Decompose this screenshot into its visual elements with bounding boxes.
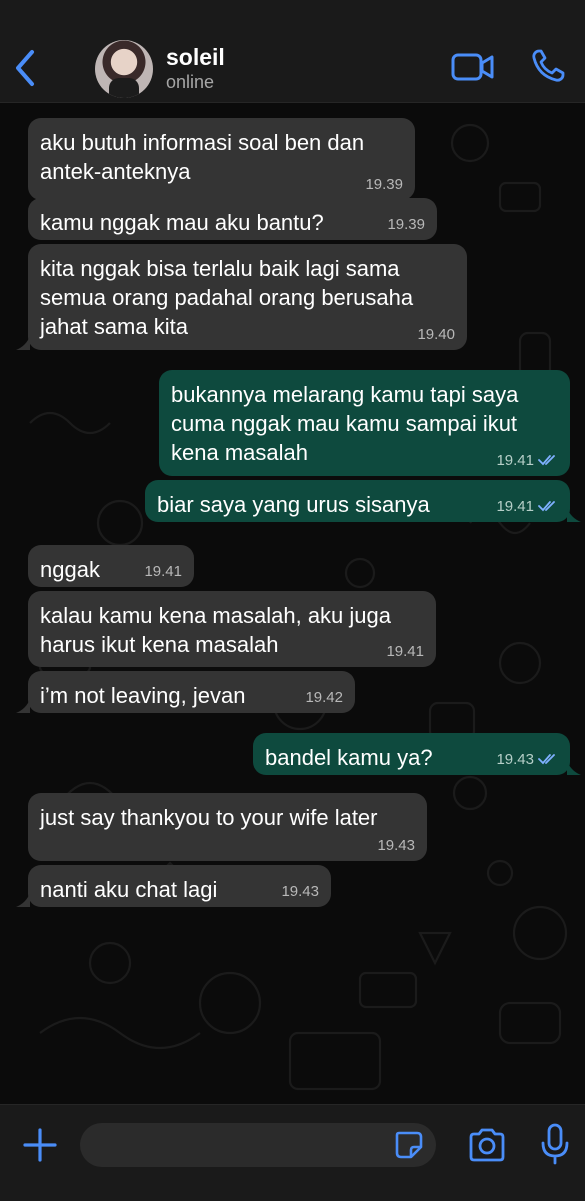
message-bubble-incoming[interactable]: nanti aku chat lagi 19.43 [28, 865, 331, 907]
message-text: kita nggak bisa terlalu baik lagi sama s… [40, 256, 414, 339]
message-text: kamu nggak mau aku bantu? [40, 210, 324, 235]
message-time: 19.40 [417, 326, 455, 343]
message-text: i’m not leaving, jevan [40, 683, 246, 708]
chevron-left-icon[interactable] [10, 48, 40, 88]
message-time: 19.39 [387, 216, 425, 233]
message-bubble-incoming[interactable]: kita nggak bisa terlalu baik lagi sama s… [28, 244, 467, 350]
message-bubble-outgoing[interactable]: bukannya melarang kamu tapi saya cuma ng… [159, 370, 570, 476]
video-camera-icon[interactable] [451, 50, 495, 84]
message-text: just say thankyou to your wife later [40, 805, 378, 830]
message-text: kalau kamu kena masalah, aku juga harus … [40, 603, 391, 657]
microphone-icon[interactable] [540, 1123, 570, 1165]
message-bubble-incoming[interactable]: kamu nggak mau aku bantu? 19.39 [28, 198, 437, 240]
bubble-tail [16, 336, 30, 350]
sticker-icon[interactable] [394, 1130, 424, 1160]
bubble-tail [567, 761, 581, 775]
camera-icon[interactable] [467, 1127, 507, 1163]
message-time: 19.42 [305, 689, 343, 706]
message-time: 19.41 [386, 643, 424, 660]
message-bubble-incoming[interactable]: nggak 19.41 [28, 545, 194, 587]
avatar[interactable] [95, 40, 153, 98]
message-bubble-outgoing[interactable]: biar saya yang urus sisanya 19.41 [145, 480, 570, 522]
message-time: 19.41 [144, 563, 182, 580]
message-time: 19.41 [496, 499, 558, 515]
read-ticks-icon [538, 455, 555, 466]
message-time: 19.43 [496, 752, 558, 768]
read-ticks-icon [538, 754, 555, 765]
message-input[interactable] [80, 1123, 436, 1167]
message-time: 19.41 [496, 453, 558, 469]
plus-icon[interactable] [22, 1127, 58, 1163]
chat-header: soleil online [0, 0, 585, 103]
phone-icon[interactable] [530, 48, 566, 84]
message-bubble-incoming[interactable]: i’m not leaving, jevan 19.42 [28, 671, 355, 713]
contact-status: online [166, 72, 215, 92]
composer-bar [0, 1104, 585, 1201]
bubble-tail [16, 699, 30, 713]
message-bubble-incoming[interactable]: kalau kamu kena masalah, aku juga harus … [28, 591, 436, 667]
message-bubble-incoming[interactable]: just say thankyou to your wife later 19.… [28, 793, 427, 861]
message-time: 19.39 [365, 176, 403, 193]
message-text: aku butuh informasi soal ben dan antek-a… [40, 130, 365, 184]
message-time: 19.43 [281, 883, 319, 900]
read-ticks-icon [538, 501, 555, 512]
message-text: nanti aku chat lagi [40, 877, 218, 902]
bubble-tail [16, 893, 30, 907]
message-bubble-incoming[interactable]: aku butuh informasi soal ben dan antek-a… [28, 118, 415, 200]
message-bubble-outgoing[interactable]: bandel kamu ya? 19.43 [253, 733, 570, 775]
message-time: 19.43 [377, 837, 415, 854]
bubble-tail [567, 508, 581, 522]
chat-area[interactable]: aku butuh informasi soal ben dan antek-a… [0, 103, 585, 1103]
contact-name[interactable]: soleil [166, 44, 225, 71]
